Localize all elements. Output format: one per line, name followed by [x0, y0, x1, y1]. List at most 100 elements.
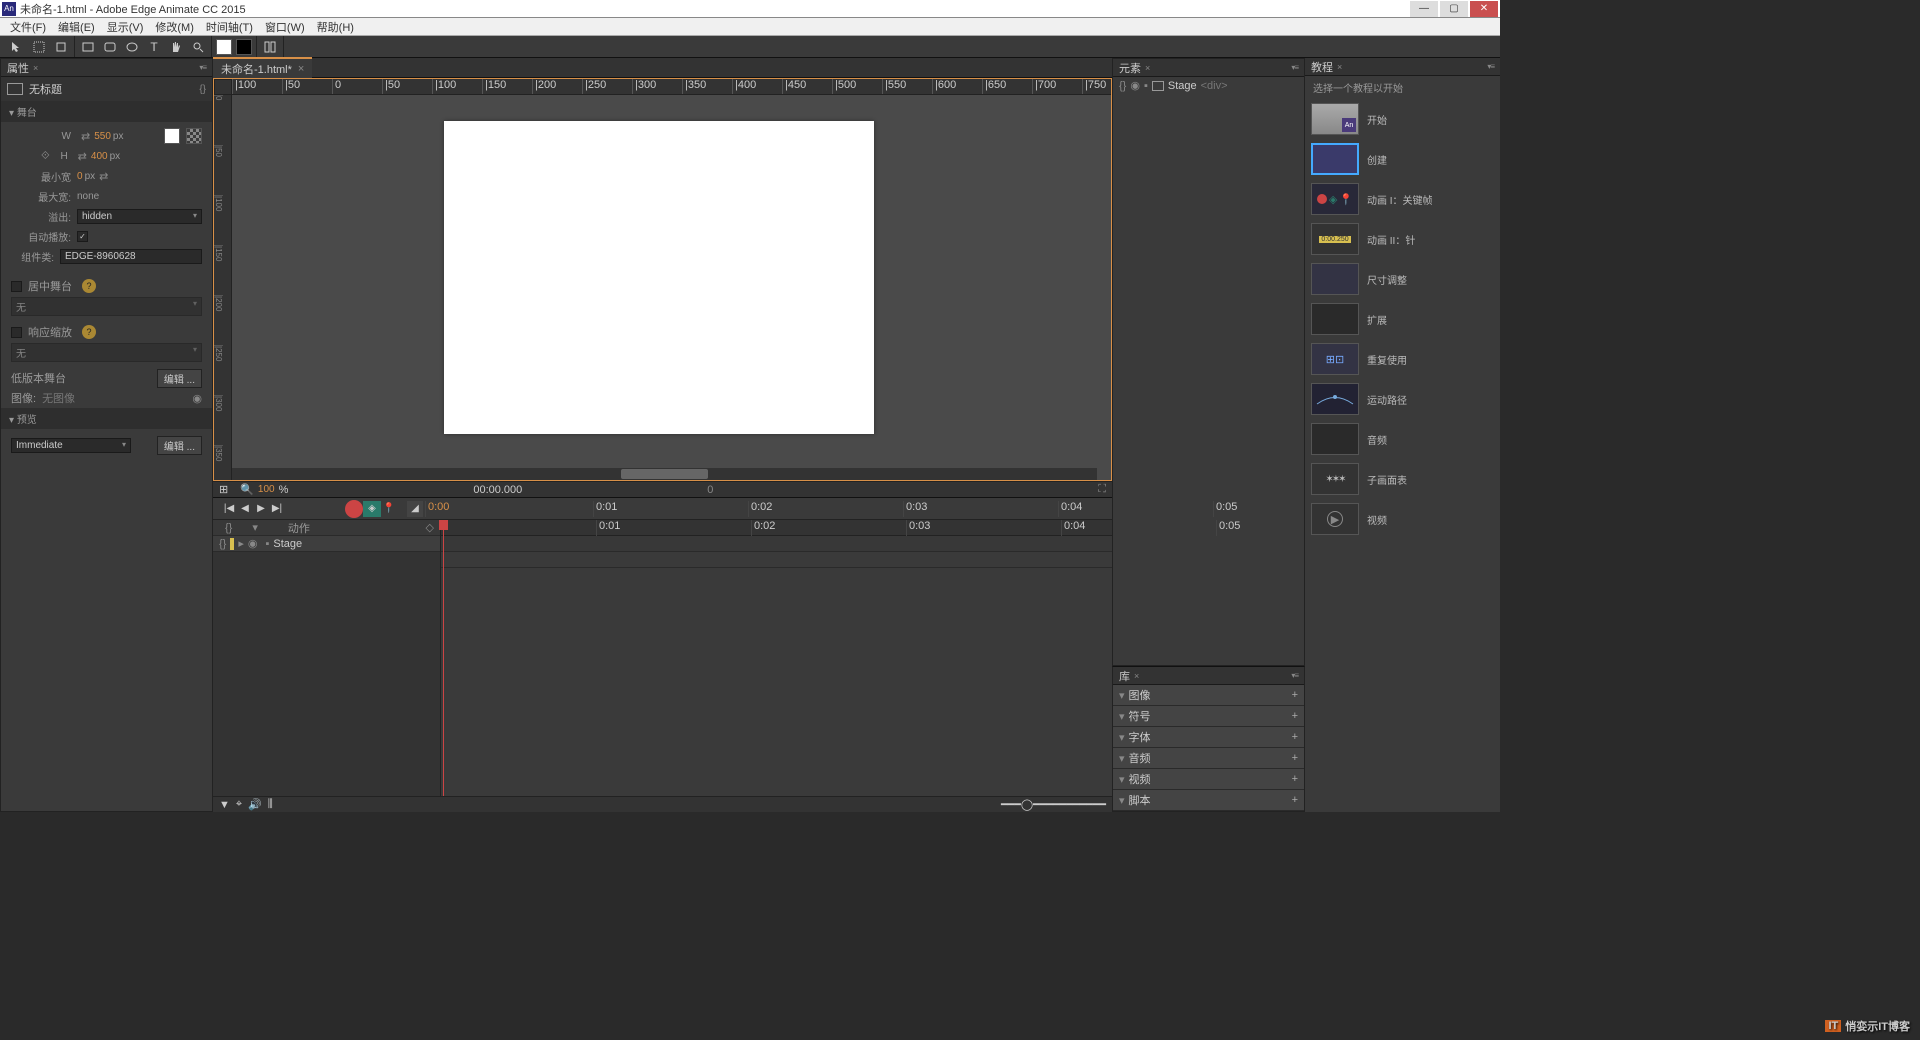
tutorial-item[interactable]: 尺寸调整	[1305, 259, 1500, 299]
panel-menu-icon[interactable]: ▾≡	[1487, 62, 1494, 71]
zoom-value[interactable]: 100	[258, 484, 275, 495]
canvas-area[interactable]: |100|500|50|100|150|200|250|300|350|400|…	[213, 78, 1112, 481]
library-section[interactable]: ▾字体+	[1113, 727, 1304, 748]
properties-panel-tab[interactable]: 属性 × ▾≡	[1, 59, 212, 77]
grid-icon[interactable]: ⫼	[268, 798, 273, 811]
menu-view[interactable]: 显示(V)	[101, 19, 150, 35]
actions-menu-icon[interactable]: {}	[199, 84, 206, 95]
tutorial-item[interactable]: 运动路径	[1305, 379, 1500, 419]
close-icon[interactable]: ×	[1145, 63, 1150, 73]
preload-select[interactable]: Immediate	[11, 438, 131, 453]
library-section[interactable]: ▾音频+	[1113, 748, 1304, 769]
visibility-icon[interactable]: ◉	[248, 537, 258, 550]
rectangle-tool[interactable]	[79, 38, 97, 56]
zoom-icon[interactable]: 🔍	[240, 483, 254, 496]
width-value[interactable]: 550	[94, 131, 111, 142]
goto-start-button[interactable]: |◀	[221, 501, 237, 517]
autoplay-checkbox[interactable]: ✓	[77, 231, 88, 242]
tutorial-item[interactable]: 音频	[1305, 419, 1500, 459]
overflow-select[interactable]: hidden	[77, 209, 202, 224]
easing-button[interactable]: ◢	[407, 501, 423, 517]
help-icon[interactable]: ?	[82, 325, 96, 339]
stroke-color[interactable]	[236, 39, 252, 55]
center-stage-select[interactable]: 无	[11, 297, 202, 316]
close-icon[interactable]: ×	[33, 63, 38, 73]
camera-icon[interactable]: ◉	[192, 392, 202, 405]
composition-input[interactable]	[60, 249, 202, 264]
link-icon[interactable]: ⇄	[81, 130, 90, 143]
layout-tool[interactable]	[261, 38, 279, 56]
menu-modify[interactable]: 修改(M)	[149, 19, 200, 35]
preview-edit-button[interactable]: 编辑 ...	[157, 436, 202, 455]
tutorial-item[interactable]: 0:00.250动画 II：针	[1305, 219, 1500, 259]
snap-icon[interactable]: ⌖	[236, 798, 242, 811]
timeline-stage-label[interactable]: Stage	[273, 538, 302, 550]
panel-menu-icon[interactable]: ▾≡	[1291, 671, 1298, 680]
pin-button[interactable]: 📍	[381, 501, 397, 517]
maxwidth-value[interactable]: none	[77, 191, 99, 202]
play-button[interactable]: ▶	[253, 501, 269, 517]
library-section[interactable]: ▾图像+	[1113, 685, 1304, 706]
height-value[interactable]: 400	[91, 151, 108, 162]
tutorial-item[interactable]: An开始	[1305, 99, 1500, 139]
responsive-select[interactable]: 无	[11, 343, 202, 362]
rounded-rect-tool[interactable]	[101, 38, 119, 56]
scrollbar-horizontal[interactable]	[232, 468, 1097, 480]
tutorial-item[interactable]: 扩展	[1305, 299, 1500, 339]
stage-section-header[interactable]: 舞台	[1, 101, 212, 122]
menu-timeline[interactable]: 时间轴(T)	[200, 19, 259, 35]
bg-image-swatch[interactable]	[186, 128, 202, 144]
document-tab[interactable]: 未命名-1.html* ×	[213, 57, 312, 79]
maximize-button[interactable]: ▢	[1440, 1, 1468, 17]
clip-tool[interactable]	[52, 38, 70, 56]
selection-tool[interactable]	[8, 38, 26, 56]
lock-icon[interactable]: ⟐	[41, 150, 50, 163]
preview-section-header[interactable]: 预览	[1, 408, 212, 429]
link-icon[interactable]: ⇄	[99, 170, 108, 183]
audio-icon[interactable]: 🔊	[248, 798, 262, 811]
minimize-button[interactable]: —	[1410, 1, 1438, 17]
text-tool[interactable]: T	[145, 38, 163, 56]
goto-end-button[interactable]: ▶|	[269, 501, 285, 517]
close-icon[interactable]: ×	[1134, 671, 1139, 681]
visibility-icon[interactable]: ◉	[1130, 79, 1140, 92]
element-stage-label[interactable]: Stage	[1168, 80, 1197, 92]
library-section[interactable]: ▾符号+	[1113, 706, 1304, 727]
panel-menu-icon[interactable]: ▾≡	[199, 63, 206, 72]
transform-tool[interactable]	[30, 38, 48, 56]
legacy-edit-button[interactable]: 编辑 ...	[157, 369, 202, 388]
tutorial-item[interactable]: ◈📍动画 I：关键帧	[1305, 179, 1500, 219]
tutorial-item[interactable]: 创建	[1305, 139, 1500, 179]
auto-keyframe-button[interactable]: ◈	[363, 501, 381, 517]
tutorial-item[interactable]: ✶✶✶子画面表	[1305, 459, 1500, 499]
close-tab-icon[interactable]: ×	[298, 63, 304, 75]
close-icon[interactable]: ×	[1337, 62, 1342, 72]
ellipse-tool[interactable]	[123, 38, 141, 56]
link-icon[interactable]: ⇄	[78, 150, 87, 163]
tutorial-item[interactable]: ▶视频	[1305, 499, 1500, 539]
menu-edit[interactable]: 编辑(E)	[52, 19, 101, 35]
tutorial-panel-tab[interactable]: 教程 × ▾≡	[1305, 58, 1500, 76]
library-panel-tab[interactable]: 库 × ▾≡	[1113, 667, 1304, 685]
tutorial-item[interactable]: ⊞ ⊡重复使用	[1305, 339, 1500, 379]
library-section[interactable]: ▾视频+	[1113, 769, 1304, 790]
menu-file[interactable]: 文件(F)	[4, 19, 52, 35]
panel-menu-icon[interactable]: ▾≡	[1291, 63, 1298, 72]
stage-canvas[interactable]	[444, 121, 874, 434]
elements-panel-tab[interactable]: 元素 × ▾≡	[1113, 59, 1304, 77]
bg-color-swatch[interactable]	[164, 128, 180, 144]
rewind-button[interactable]: ◀	[237, 501, 253, 517]
menu-window[interactable]: 窗口(W)	[259, 19, 311, 35]
keyframe-icon[interactable]: ◇	[426, 521, 434, 534]
zoom-tool[interactable]	[189, 38, 207, 56]
fill-color[interactable]	[216, 39, 232, 55]
fit-icon[interactable]: ⊞	[219, 483, 228, 496]
fullscreen-icon[interactable]: ⛶	[1098, 483, 1106, 496]
close-button[interactable]: ✕	[1470, 1, 1498, 17]
help-icon[interactable]: ?	[82, 279, 96, 293]
library-section[interactable]: ▾脚本+	[1113, 790, 1304, 811]
menu-help[interactable]: 帮助(H)	[311, 19, 360, 35]
minwidth-value[interactable]: 0	[77, 171, 83, 182]
record-button[interactable]	[345, 500, 363, 518]
filter-icon[interactable]: ▼	[219, 799, 230, 811]
